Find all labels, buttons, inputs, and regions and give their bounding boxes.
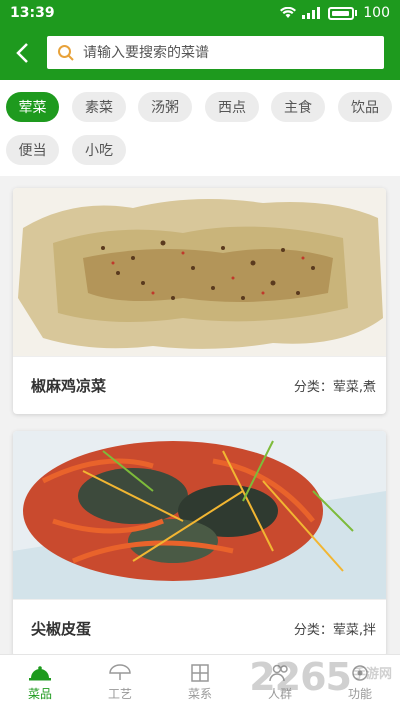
chip-label: 便当: [18, 143, 47, 159]
search-box[interactable]: [47, 36, 384, 69]
tab-label: 菜系: [187, 687, 212, 701]
chip-xi-dian[interactable]: 西点: [205, 92, 259, 122]
chip-xiao-chi[interactable]: 小吃: [72, 135, 126, 165]
umbrella-icon: [109, 664, 131, 680]
signal-icon: [302, 7, 321, 19]
chip-hun-cai[interactable]: 荤菜: [6, 92, 59, 122]
recipe-footer: 椒麻鸡凉菜 分类： 荤菜,煮: [13, 356, 386, 414]
tab-dishes[interactable]: 菜品: [0, 655, 80, 711]
chip-zhu-shi[interactable]: 主食: [271, 92, 325, 122]
cloche-icon: [29, 666, 51, 681]
chip-label: 小吃: [85, 143, 113, 159]
header: [0, 26, 400, 80]
status-icons: 100: [280, 5, 390, 21]
chip-label: 荤菜: [18, 100, 47, 116]
category-value: 荤菜,煮: [332, 380, 376, 395]
chip-bian-dang[interactable]: 便当: [6, 135, 59, 165]
recipe-image-pepper-egg: [13, 431, 386, 599]
recipe-card[interactable]: 尖椒皮蛋 分类： 荤菜,拌: [13, 431, 386, 657]
back-arrow-icon: [16, 43, 28, 63]
wifi-icon: [280, 7, 297, 18]
tab-cuisine[interactable]: 菜系: [160, 655, 240, 711]
chip-label: 饮品: [351, 100, 379, 116]
recipe-title: 尖椒皮蛋: [31, 620, 92, 638]
back-button[interactable]: [0, 26, 44, 80]
search-input[interactable]: [83, 44, 363, 61]
recipe-category: 分类： 荤菜,煮: [294, 376, 376, 395]
category-value: 荤菜,拌: [332, 623, 376, 638]
battery-icon: [328, 6, 355, 20]
watermark-text: 2265: [249, 655, 352, 699]
battery-level: 100: [363, 5, 390, 21]
status-time: 13:39: [10, 5, 55, 21]
category-chips: 荤菜 素菜 汤粥 西点 主食 饮品 便当 小吃: [0, 80, 400, 176]
chip-label: 素菜: [85, 100, 113, 116]
grid-icon: [191, 664, 209, 682]
category-label: 分类：: [293, 623, 333, 638]
tab-label: 菜品: [27, 687, 52, 701]
watermark-logo: 2265 手游网: [249, 655, 392, 699]
recipe-image-jiaoma-chicken: [13, 188, 386, 356]
status-bar: 13:39 100: [0, 0, 400, 26]
tab-craft[interactable]: 工艺: [80, 655, 160, 711]
chip-label: 西点: [218, 100, 246, 116]
recipe-title: 椒麻鸡凉菜: [31, 377, 107, 395]
battery-tip: [355, 10, 358, 16]
chip-yin-pin[interactable]: 饮品: [338, 92, 392, 122]
chip-su-cai[interactable]: 素菜: [72, 92, 126, 122]
chip-tang-zhou[interactable]: 汤粥: [138, 92, 192, 122]
tab-label: 工艺: [107, 687, 132, 701]
recipe-card[interactable]: 椒麻鸡凉菜 分类： 荤菜,煮: [13, 188, 386, 414]
watermark-suffix: 手游网: [352, 667, 392, 682]
chip-label: 汤粥: [151, 100, 179, 116]
chip-label: 主食: [284, 100, 312, 116]
category-label: 分类：: [293, 380, 333, 395]
recipe-category: 分类： 荤菜,拌: [294, 619, 376, 638]
search-icon: [58, 44, 74, 61]
recipe-footer: 尖椒皮蛋 分类： 荤菜,拌: [13, 599, 386, 657]
